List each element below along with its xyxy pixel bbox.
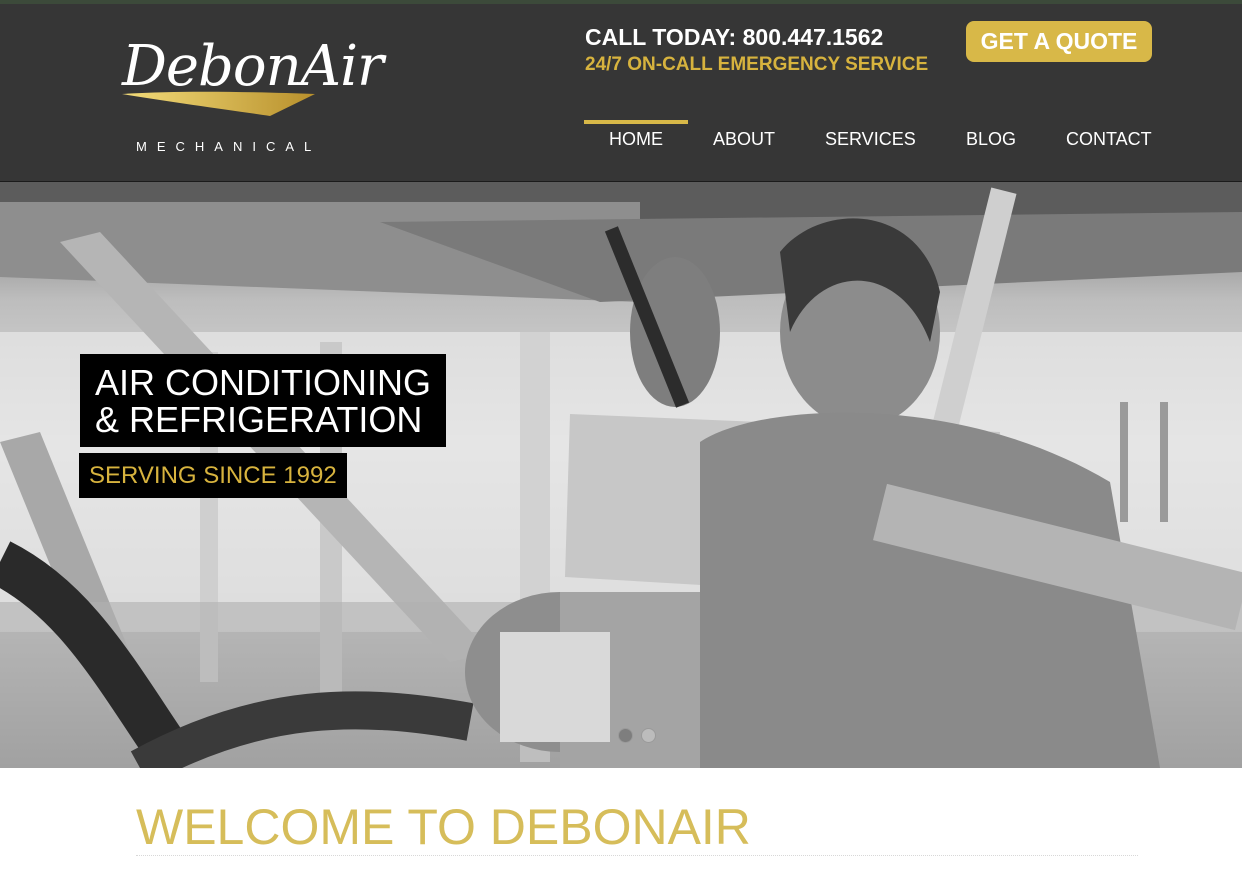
hero-tagline: SERVING SINCE 1992	[79, 453, 347, 498]
logo-wordmark: DebonAir	[122, 34, 384, 99]
nav-item-contact[interactable]: CONTACT	[1066, 129, 1152, 150]
emergency-service-text: 24/7 ON-CALL EMERGENCY SERVICE	[585, 54, 929, 75]
logo[interactable]: DebonAir MECHANICAL	[110, 32, 384, 162]
site-header: DebonAir MECHANICAL CALL TODAY: 800.447.…	[0, 4, 1242, 182]
hero-headline-line-2: & REFRIGERATION	[95, 399, 423, 440]
hero-headline: AIR CONDITIONING & REFRIGERATION	[80, 354, 446, 447]
logo-subtitle: MECHANICAL	[136, 139, 322, 154]
nav-item-about[interactable]: ABOUT	[713, 129, 775, 150]
nav-item-home[interactable]: HOME	[609, 129, 663, 150]
welcome-divider	[136, 855, 1138, 856]
get-a-quote-button[interactable]: GET A QUOTE	[966, 21, 1152, 62]
nav-item-services[interactable]: SERVICES	[825, 129, 916, 150]
nav-active-indicator	[584, 120, 688, 124]
hero-headline-line-1: AIR CONDITIONING	[95, 362, 432, 403]
slider-dot-1[interactable]	[618, 728, 633, 743]
hero-slider: AIR CONDITIONING & REFRIGERATION SERVING…	[0, 182, 1242, 768]
nav-item-blog[interactable]: BLOG	[966, 129, 1016, 150]
call-today-text[interactable]: CALL TODAY: 800.447.1562	[585, 24, 883, 51]
welcome-title: WELCOME TO DEBONAIR	[136, 799, 751, 855]
slider-dot-2[interactable]	[641, 728, 656, 743]
